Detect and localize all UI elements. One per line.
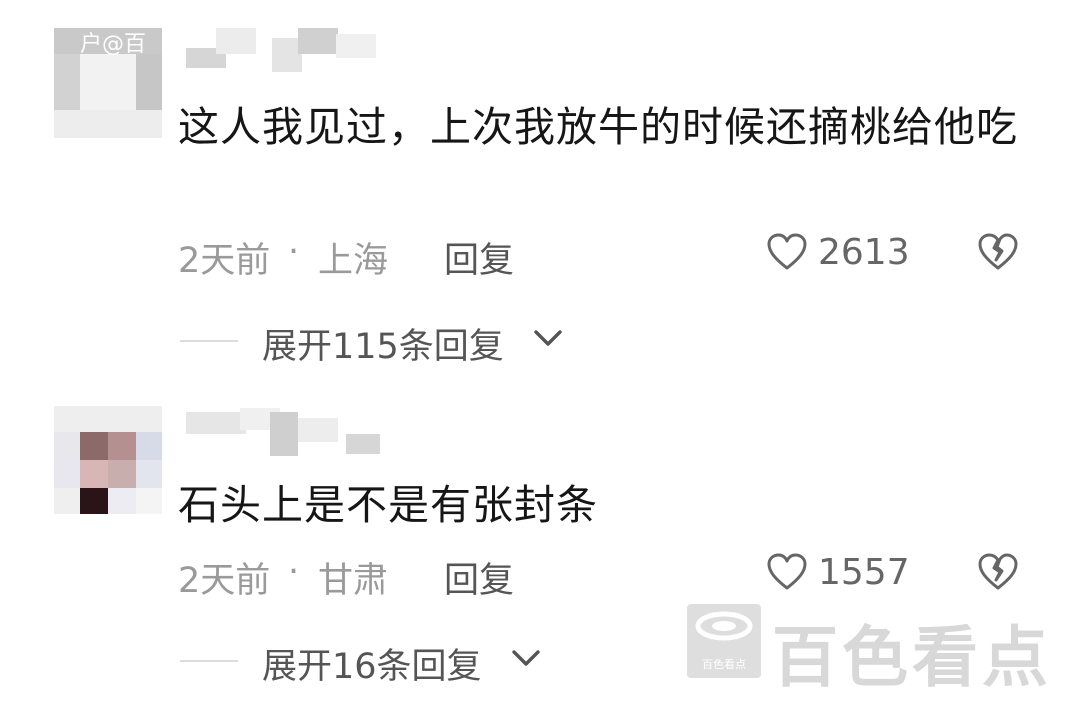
comment-text: 石头上是不是有张封条 [178,481,598,529]
separator-dot: · [288,552,300,592]
like-count: 2613 [818,232,910,273]
expand-replies-button[interactable]: 展开115条回复 [262,318,504,369]
heart-outline-icon[interactable] [766,232,808,272]
heart-outline-icon[interactable] [766,552,808,592]
like-count: 1557 [818,552,910,593]
username[interactable] [186,408,396,456]
comment-text: 这人我见过，上次我放牛的时候还摘桃给他吃 [178,103,1018,151]
chevron-down-icon[interactable] [532,326,564,350]
comment-time: 2天前 [178,241,271,281]
watermark-logo-label: 百色看点 [702,658,746,671]
comment-location: 上海 [318,241,389,281]
separator-dot: · [288,232,300,272]
source-tag: 户@百 [80,32,147,57]
watermark-logo: 百色看点 [687,604,761,678]
comment-location: 甘肃 [318,561,389,601]
comment-time: 2天前 [178,561,271,601]
username[interactable] [186,28,386,74]
chevron-down-icon[interactable] [510,646,542,670]
divider-line [180,660,238,662]
expand-replies-button[interactable]: 展开16条回复 [262,638,482,689]
watermark-text: 百色看点 [772,619,1052,696]
avatar[interactable] [54,406,162,514]
swirl-icon [695,611,753,641]
divider-line [180,340,238,342]
broken-heart-icon[interactable] [976,232,1020,272]
broken-heart-icon[interactable] [976,552,1020,592]
reply-button[interactable]: 回复 [444,552,514,603]
reply-button[interactable]: 回复 [444,232,514,283]
